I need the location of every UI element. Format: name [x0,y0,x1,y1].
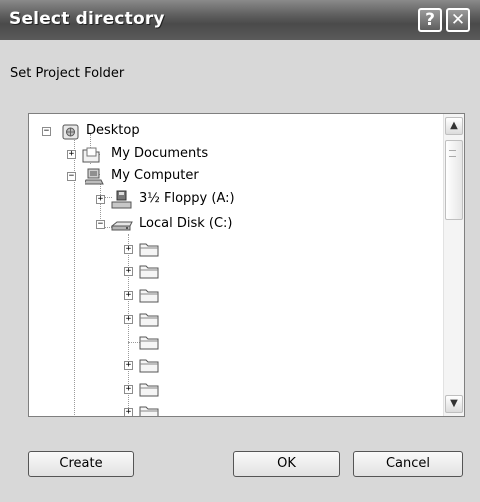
folder-icon [139,406,159,416]
vertical-scrollbar[interactable]: ▲ ▼ [443,114,464,416]
expand-toggle[interactable]: + [124,245,133,254]
scroll-up-arrow-icon[interactable]: ▲ [445,117,463,135]
scrollbar-grip [449,150,456,157]
cancel-button[interactable]: Cancel [353,451,463,477]
tree-node-label: Desktop [86,123,140,138]
desktop-icon [62,124,79,140]
floppy-drive-icon [111,190,132,209]
scroll-down-arrow-icon[interactable]: ▼ [445,395,463,413]
title-bar[interactable]: Select directory ? ✕ [0,0,480,40]
select-directory-dialog: Select directory ? ✕ Set Project Folder … [0,0,480,502]
tree-node-label: Local Disk (C:) [139,216,233,231]
tree-node-label: 3½ Floppy (A:) [139,191,235,206]
expand-toggle[interactable]: + [124,408,133,416]
folder-tree[interactable]: − Desktop + My Documents − My Computer +… [28,113,465,417]
folder-icon [139,336,159,350]
folder-icon [139,313,159,327]
collapse-toggle[interactable]: − [42,127,51,136]
collapse-toggle[interactable]: − [96,220,105,229]
folder-icon [139,265,159,279]
close-button[interactable]: ✕ [446,8,470,32]
folder-icon [139,359,159,373]
expand-toggle[interactable]: + [124,315,133,324]
create-button[interactable]: Create [28,451,134,477]
expand-toggle[interactable]: + [124,361,133,370]
folder-icon [139,289,159,303]
my-computer-icon [85,168,104,185]
folder-icon [139,383,159,397]
local-disk-icon [111,221,133,231]
collapse-toggle[interactable]: − [67,172,76,181]
expand-toggle[interactable]: + [124,267,133,276]
tree-node-label: My Documents [111,146,209,161]
folder-icon [139,243,159,257]
expand-toggle[interactable]: + [124,385,133,394]
ok-button[interactable]: OK [233,451,340,477]
help-button[interactable]: ? [418,8,442,32]
tree-node-label: My Computer [111,168,199,183]
expand-toggle[interactable]: + [96,195,105,204]
prompt-label: Set Project Folder [10,66,125,81]
dialog-title: Select directory [9,9,165,29]
expand-toggle[interactable]: + [124,291,133,300]
expand-toggle[interactable]: + [67,150,76,159]
my-documents-icon [82,147,100,163]
